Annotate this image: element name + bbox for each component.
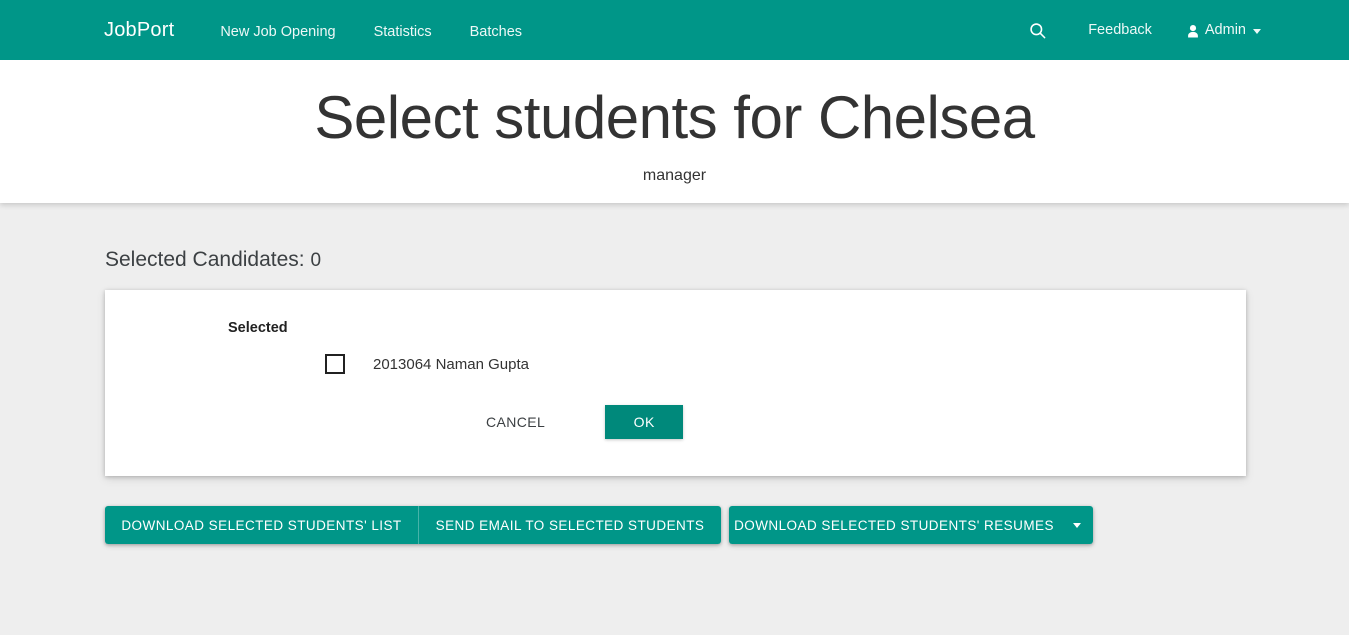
card-actions: CANCEL OK [105, 404, 1246, 440]
nav-link-batches[interactable]: Batches [470, 24, 522, 40]
selected-candidates-count: 0 [310, 250, 322, 271]
page-subtitle: manager [642, 167, 707, 185]
navbar-links: New Job Opening Statistics Batches [220, 24, 560, 40]
search-icon[interactable] [1024, 17, 1050, 43]
nav-link-statistics[interactable]: Statistics [374, 24, 432, 40]
selected-group-label: Selected [228, 320, 288, 336]
navbar-right-group: Feedback Admin [1024, 17, 1349, 43]
user-icon [1186, 24, 1200, 39]
main-content: Selected Candidates: 0 Selected 2013064 … [0, 248, 1349, 544]
bulk-actions-bar: DOWNLOAD SELECTED STUDENTS' LIST SEND EM… [105, 506, 1349, 544]
navbar-left-group: JobPort New Job Opening Statistics Batch… [0, 20, 560, 40]
cancel-button[interactable]: CANCEL [470, 404, 561, 440]
chevron-down-icon [1253, 28, 1261, 34]
brand-logo[interactable]: JobPort [104, 20, 174, 40]
candidate-selection-card: Selected 2013064 Naman Gupta CANCEL OK [105, 290, 1246, 476]
candidate-label: 2013064 Naman Gupta [373, 355, 529, 373]
user-menu-admin[interactable]: Admin [1186, 22, 1261, 38]
page-header-banner: Select students for Chelsea manager [0, 60, 1349, 203]
candidate-checkbox[interactable] [325, 354, 345, 374]
ok-button[interactable]: OK [605, 405, 684, 439]
card-inner: Selected 2013064 Naman Gupta [105, 320, 1246, 374]
selected-candidates-label: Selected Candidates: [105, 248, 305, 271]
nav-link-feedback[interactable]: Feedback [1088, 22, 1152, 38]
caret-down-icon [1072, 522, 1081, 528]
page-title: Select students for Chelsea [314, 84, 1035, 151]
nav-link-new-job-opening[interactable]: New Job Opening [220, 24, 335, 40]
send-email-to-selected-students-button[interactable]: SEND EMAIL TO SELECTED STUDENTS [418, 506, 721, 544]
download-resumes-split-button-group: DOWNLOAD SELECTED STUDENTS' RESUMES [729, 506, 1093, 544]
user-menu-label: Admin [1204, 22, 1246, 38]
top-navbar: JobPort New Job Opening Statistics Batch… [0, 0, 1349, 60]
selected-candidates-counter: Selected Candidates: 0 [105, 248, 1349, 272]
download-resumes-dropdown-toggle[interactable] [1059, 506, 1093, 544]
list-item[interactable]: 2013064 Naman Gupta [225, 354, 1246, 374]
download-selected-students-resumes-button[interactable]: DOWNLOAD SELECTED STUDENTS' RESUMES [729, 506, 1059, 544]
download-selected-students-list-button[interactable]: DOWNLOAD SELECTED STUDENTS' LIST [105, 506, 418, 544]
bulk-actions-button-group: DOWNLOAD SELECTED STUDENTS' LIST SEND EM… [105, 506, 721, 544]
